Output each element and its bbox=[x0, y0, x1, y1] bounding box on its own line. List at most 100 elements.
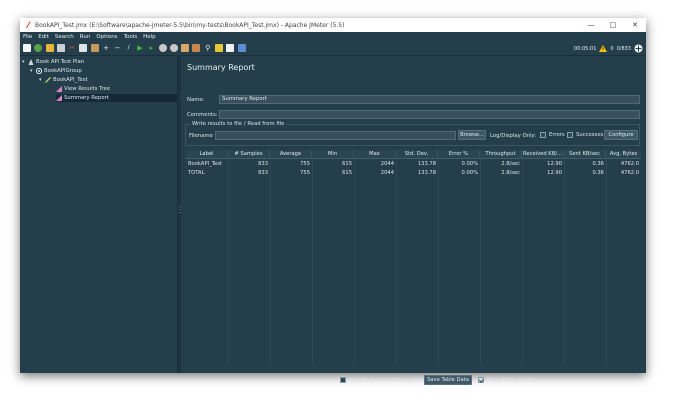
menu-search[interactable]: Search bbox=[55, 34, 74, 40]
column-header[interactable]: Max bbox=[354, 150, 396, 159]
reset-search-icon[interactable] bbox=[215, 44, 224, 52]
start-no-pause-icon[interactable]: ▸ bbox=[147, 44, 155, 52]
menu-help[interactable]: Help bbox=[143, 34, 156, 40]
successes-checkbox[interactable] bbox=[567, 132, 573, 138]
warning-icon[interactable] bbox=[599, 45, 608, 52]
title-bar: BookAPI_Test.jmx (E:\Software\apache-jme… bbox=[20, 18, 646, 32]
table-cell: 615 bbox=[342, 161, 352, 167]
cut-icon[interactable]: ✂ bbox=[68, 44, 76, 52]
table-cell: 12.90 bbox=[547, 170, 562, 176]
save-table-header-checkbox[interactable] bbox=[478, 377, 484, 383]
comments-label: Comments: bbox=[187, 112, 218, 118]
column-header[interactable]: Throughput bbox=[480, 150, 522, 159]
table-cell: 0.36 bbox=[592, 161, 604, 167]
collapse-icon[interactable]: − bbox=[113, 44, 121, 52]
menu-file[interactable]: File bbox=[23, 34, 32, 40]
toolbar: ✂ + − ∕ ▶ ▸ ⚲ 00:05:01 0 0/833 bbox=[20, 41, 646, 56]
save-table-data-button[interactable]: Save Table Data bbox=[424, 375, 472, 385]
column-header[interactable]: Sent KB/sec bbox=[564, 150, 606, 159]
column-header[interactable]: # Samples bbox=[228, 150, 270, 159]
save-table-header-label: Save Table Header bbox=[487, 377, 537, 383]
column-header[interactable]: Label bbox=[186, 150, 228, 159]
tree-node-test-plan[interactable]: ▾ Book APi Test Plan bbox=[22, 58, 84, 66]
filename-input[interactable] bbox=[215, 131, 456, 140]
stop-icon[interactable] bbox=[158, 44, 167, 52]
errors-checkbox[interactable] bbox=[540, 132, 546, 138]
save-icon[interactable] bbox=[56, 44, 65, 52]
column-divider bbox=[228, 159, 229, 365]
menu-run[interactable]: Run bbox=[80, 34, 91, 40]
jmeter-window: BookAPI_Test.jmx (E:\Software\apache-jme… bbox=[20, 18, 646, 385]
expand-icon[interactable]: + bbox=[102, 44, 110, 52]
name-field[interactable]: Summary Report bbox=[219, 95, 640, 104]
browse-button[interactable]: Browse... bbox=[458, 130, 486, 140]
name-label: Name: bbox=[187, 97, 205, 103]
minimize-button[interactable]: — bbox=[580, 18, 602, 32]
column-header[interactable]: Std. Dev. bbox=[396, 150, 438, 159]
table-row[interactable]: TOTAL 833 755 615 2044 133.78 0.00% 2.8/… bbox=[186, 169, 641, 178]
column-header[interactable]: Min bbox=[312, 150, 354, 159]
toggle-icon[interactable]: ∕ bbox=[125, 44, 133, 52]
remote-globe-icon[interactable] bbox=[634, 44, 643, 53]
shutdown-icon[interactable] bbox=[169, 44, 178, 52]
maximize-button[interactable]: □ bbox=[602, 18, 624, 32]
tree-node-summary-report[interactable]: Summary Report bbox=[56, 94, 177, 102]
tree-node-http-sampler[interactable]: ▾ BookAPI_Test bbox=[39, 76, 88, 84]
listener-icon bbox=[56, 86, 62, 92]
table-cell: 2.8/sec bbox=[501, 170, 520, 176]
search-icon[interactable]: ⚲ bbox=[204, 44, 212, 52]
bottom-bar: Include group name in label? Save Table … bbox=[181, 374, 646, 386]
table-header: Label # Samples Average Min Max Std. Dev… bbox=[186, 150, 641, 159]
clear-all-icon[interactable] bbox=[192, 44, 201, 52]
test-plan-icon bbox=[28, 59, 34, 65]
tree-node-view-results-tree[interactable]: View Results Tree bbox=[56, 85, 110, 93]
column-divider bbox=[312, 159, 313, 365]
table-cell: 833 bbox=[258, 170, 268, 176]
column-header[interactable]: Received KB/... bbox=[522, 150, 564, 159]
help-icon[interactable] bbox=[237, 44, 246, 52]
menu-edit[interactable]: Edit bbox=[38, 34, 49, 40]
table-cell: 2044 bbox=[380, 170, 394, 176]
copy-icon[interactable] bbox=[79, 44, 88, 52]
column-divider bbox=[564, 159, 565, 365]
successes-label: Successes bbox=[576, 132, 604, 138]
clear-icon[interactable] bbox=[181, 44, 190, 52]
start-icon[interactable]: ▶ bbox=[136, 44, 144, 52]
warning-count: 0 bbox=[610, 45, 614, 52]
listener-icon bbox=[56, 95, 62, 101]
include-group-checkbox[interactable] bbox=[340, 377, 346, 383]
function-helper-icon[interactable] bbox=[226, 44, 235, 52]
tree-node-thread-group[interactable]: ▾ BookAPIGroup bbox=[30, 67, 82, 75]
paste-icon[interactable] bbox=[90, 44, 99, 52]
menu-tools[interactable]: Tools bbox=[124, 34, 138, 40]
menu-bar: File Edit Search Run Options Tools Help bbox=[20, 32, 646, 41]
active-threads: 0/833 bbox=[616, 45, 631, 52]
table-cell: 133.78 bbox=[417, 161, 436, 167]
templates-icon[interactable] bbox=[34, 44, 43, 52]
file-group: Write results to file / Read from file F… bbox=[185, 121, 640, 146]
table-cell: 0.36 bbox=[592, 170, 604, 176]
comments-field[interactable] bbox=[219, 110, 640, 119]
column-header[interactable]: Average bbox=[270, 150, 312, 159]
column-divider bbox=[606, 159, 607, 365]
close-button[interactable]: ✕ bbox=[624, 18, 646, 32]
open-icon[interactable] bbox=[45, 44, 54, 52]
menu-options[interactable]: Options bbox=[96, 34, 117, 40]
configure-button[interactable]: Configure bbox=[604, 130, 638, 140]
filename-label: Filename bbox=[189, 133, 213, 139]
table-cell: 4762.0 bbox=[620, 161, 639, 167]
table-row[interactable]: BookAPI_Test 833 755 615 2044 133.78 0.0… bbox=[186, 160, 641, 169]
table-cell: BookAPI_Test bbox=[188, 161, 222, 167]
table-cell: 0.00% bbox=[461, 161, 478, 167]
column-header[interactable]: Avg. Bytes bbox=[606, 150, 641, 159]
new-icon[interactable] bbox=[23, 44, 31, 52]
file-group-title: Write results to file / Read from file bbox=[190, 121, 287, 127]
include-group-label: Include group name in label? bbox=[349, 377, 426, 383]
column-divider bbox=[396, 159, 397, 365]
column-header[interactable]: Error % bbox=[438, 150, 480, 159]
table-cell: 615 bbox=[342, 170, 352, 176]
column-divider bbox=[270, 159, 271, 365]
page-title: Summary Report bbox=[187, 63, 255, 72]
table-cell: 755 bbox=[300, 170, 310, 176]
table-cell: 833 bbox=[258, 161, 268, 167]
